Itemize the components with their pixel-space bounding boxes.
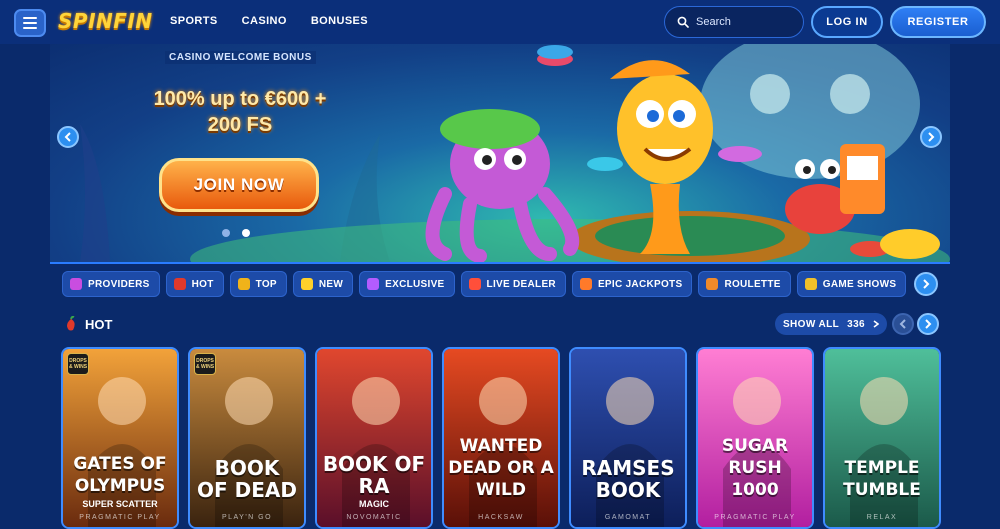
nav-bonuses[interactable]: BONUSES xyxy=(311,15,368,27)
section-title: HOT xyxy=(64,316,112,332)
game-provider: NOVOMATIC xyxy=(346,514,402,521)
bonus-tag: CASINO WELCOME BONUS xyxy=(165,51,316,64)
search-box[interactable] xyxy=(664,6,804,38)
category-exclusive[interactable]: EXCLUSIVE xyxy=(359,271,455,297)
game-title: SUGAR RUSH 1000 xyxy=(721,436,789,500)
game-title: WANTED DEAD OR A WILD xyxy=(448,436,554,500)
games-prev-arrow-icon[interactable] xyxy=(892,313,914,335)
game-provider: RELAX xyxy=(866,514,898,521)
join-now-button[interactable]: JOIN NOW xyxy=(159,158,319,212)
gameshow-icon xyxy=(804,278,817,290)
category-next-arrow-icon[interactable] xyxy=(914,272,938,296)
bonus-line-2: 200 FS xyxy=(207,114,273,136)
bomb-icon xyxy=(579,278,592,290)
category-live-dealer[interactable]: LIVE DEALER xyxy=(460,271,566,297)
game-title: RAMSES BOOK xyxy=(581,456,675,502)
category-roulette[interactable]: ROULETTE xyxy=(698,271,791,297)
bonus-line-1: 100% up to €600 + xyxy=(153,88,327,110)
nav-sports[interactable]: SPORTS xyxy=(170,15,218,27)
game-title: GATES OF OLYMPUS xyxy=(73,454,167,496)
login-button[interactable]: LOG IN xyxy=(811,6,883,38)
game-title: TEMPLE TUMBLE xyxy=(843,458,921,500)
main-nav: SPORTS CASINO BONUSES xyxy=(170,15,368,27)
gem-icon xyxy=(367,278,380,290)
chili-icon xyxy=(67,316,75,331)
hamburger-menu-icon[interactable] xyxy=(14,9,46,37)
category-top[interactable]: TOP xyxy=(229,271,287,297)
game-card[interactable]: DROPS & WINS BOOK OF DEAD PLAY'N GO xyxy=(188,347,306,529)
category-label: HOT xyxy=(191,278,214,290)
game-card[interactable]: TEMPLE TUMBLE RELAX xyxy=(823,347,941,529)
header: SPINFIN SPORTS CASINO BONUSES LOG IN REG… xyxy=(0,0,1000,44)
banner-divider xyxy=(50,262,950,264)
show-all-label: SHOW ALL xyxy=(782,318,840,330)
search-icon xyxy=(677,16,689,28)
games-row: DROPS & WINS GATES OF OLYMPUS SUPER SCATTE… xyxy=(61,347,941,529)
roulette-icon xyxy=(706,278,719,290)
game-provider: PRAGMATIC PLAY xyxy=(79,514,161,521)
register-button[interactable]: REGISTER xyxy=(890,6,986,38)
section-title-label: HOT xyxy=(85,316,113,332)
category-label: TOP xyxy=(255,278,277,290)
slider-dot-1[interactable] xyxy=(222,229,230,237)
game-provider: PLAY'N GO xyxy=(221,514,273,521)
search-input[interactable] xyxy=(696,16,796,28)
category-hot[interactable]: HOT xyxy=(165,271,224,297)
category-epic-jackpots[interactable]: EPIC JACKPOTS xyxy=(571,271,693,297)
game-subtitle: SUPER SCATTER xyxy=(82,499,158,509)
lightning-icon xyxy=(300,278,313,290)
game-count: 336 xyxy=(847,318,866,330)
game-subtitle: MAGIC xyxy=(359,499,389,509)
category-label: LIVE DEALER xyxy=(486,278,556,290)
bonus-headline: 100% up to €600 + 200 FS xyxy=(128,86,352,138)
slider-dot-2[interactable] xyxy=(242,229,250,237)
game-provider: PRAGMATIC PLAY xyxy=(714,514,796,521)
chili-icon xyxy=(173,278,186,290)
drops-wins-badge: DROPS & WINS xyxy=(194,353,216,375)
game-title: BOOK OF DEAD xyxy=(197,456,297,502)
game-card[interactable]: SUGAR RUSH 1000 PRAGMATIC PLAY xyxy=(696,347,814,529)
game-provider: HACKSAW xyxy=(478,514,524,521)
chip-icon xyxy=(468,278,481,290)
category-bar: PROVIDERS HOT TOP NEW EXCLUSIVE LIVE DEALER EP… xyxy=(62,271,907,297)
category-label: ROULETTE xyxy=(724,278,781,290)
category-game-shows[interactable]: GAME SHOWS xyxy=(796,271,907,297)
category-new[interactable]: NEW xyxy=(292,271,354,297)
game-card[interactable]: BOOK OF RA MAGIC NOVOMATIC xyxy=(315,347,433,529)
slider-dots xyxy=(222,229,250,237)
providers-icon xyxy=(70,278,82,290)
game-card[interactable]: RAMSES BOOK GAMOMAT xyxy=(569,347,687,529)
game-card[interactable]: WANTED DEAD OR A WILD HACKSAW xyxy=(442,347,560,529)
chevron-right-icon xyxy=(873,320,880,328)
games-next-arrow-icon[interactable] xyxy=(917,313,939,335)
banner-next-arrow-icon[interactable] xyxy=(920,126,942,148)
show-all-button[interactable]: SHOW ALL 336 xyxy=(775,313,887,335)
category-providers[interactable]: PROVIDERS xyxy=(62,271,160,297)
banner-artwork xyxy=(80,44,950,262)
game-provider: GAMOMAT xyxy=(604,514,652,521)
drops-wins-badge: DROPS & WINS xyxy=(67,353,89,375)
nav-casino[interactable]: CASINO xyxy=(242,15,287,27)
category-label: NEW xyxy=(318,278,344,290)
promo-banner[interactable] xyxy=(50,44,950,262)
crown-icon xyxy=(237,278,250,290)
category-label: PROVIDERS xyxy=(88,278,150,290)
game-card[interactable]: DROPS & WINS GATES OF OLYMPUS SUPER SCATTE… xyxy=(61,347,179,529)
category-label: EXCLUSIVE xyxy=(385,278,445,290)
category-label: EPIC JACKPOTS xyxy=(597,278,683,290)
banner-prev-arrow-icon[interactable] xyxy=(57,126,79,148)
game-title: BOOK OF RA xyxy=(322,452,426,498)
category-label: GAME SHOWS xyxy=(822,278,897,290)
logo[interactable]: SPINFIN xyxy=(58,9,153,33)
